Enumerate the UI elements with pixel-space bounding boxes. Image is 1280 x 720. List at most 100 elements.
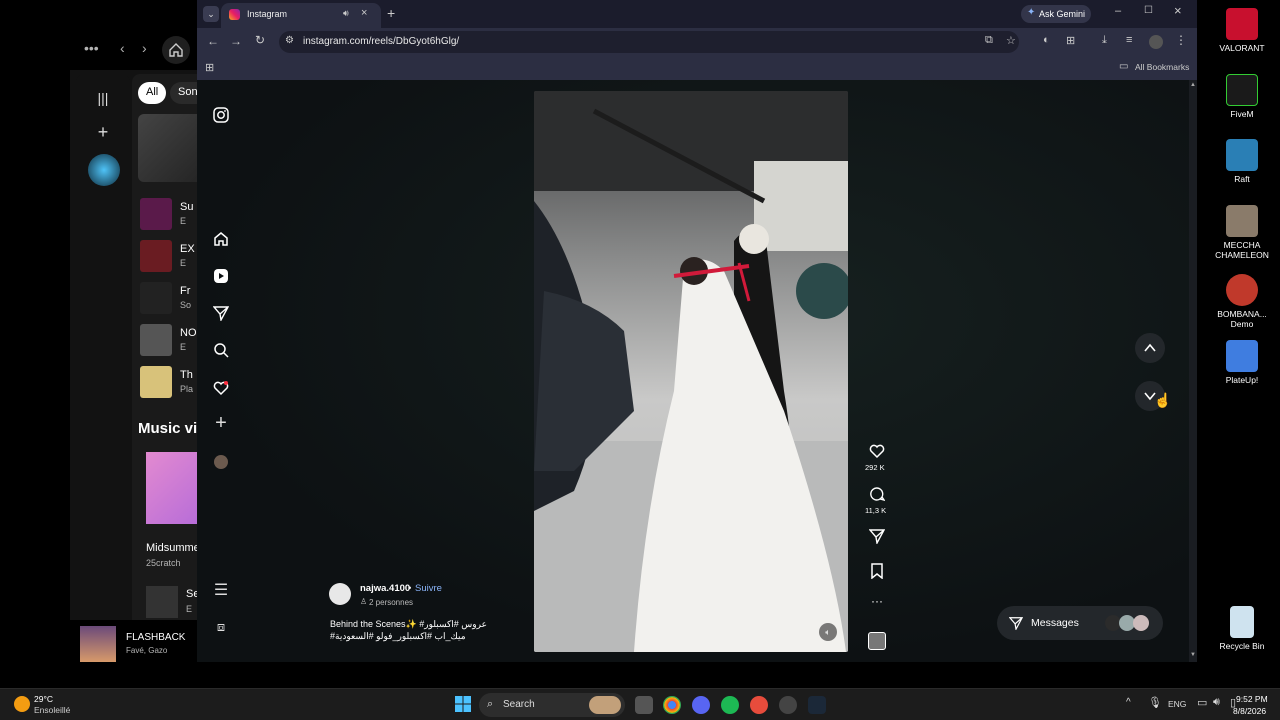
apps-icon[interactable]: ⊞ (205, 61, 214, 74)
author-username[interactable]: najwa.4100 (360, 583, 410, 594)
spotify-icon[interactable] (721, 696, 739, 714)
notifications-heart-icon[interactable] (213, 380, 229, 396)
desktop-icon-fivem[interactable]: FiveM (1214, 74, 1270, 119)
instagram-logo-icon[interactable] (213, 107, 229, 123)
desktop-icon-plateup[interactable]: PlateUp! (1214, 340, 1270, 385)
language-indicator[interactable]: ENG (1168, 699, 1186, 709)
reels-icon[interactable] (213, 268, 229, 284)
profile-avatar[interactable] (1149, 35, 1163, 49)
desktop-icon-label: Recycle Bin (1219, 641, 1265, 651)
discord-icon[interactable] (692, 696, 710, 714)
scroll-up-icon[interactable]: ▲ (1190, 82, 1196, 88)
add-icon[interactable]: + (90, 122, 116, 142)
scroll-down-icon[interactable]: ▼ (1190, 652, 1196, 658)
back-icon[interactable]: ‹ (120, 40, 125, 56)
app-red-icon[interactable] (750, 696, 768, 714)
steam-icon[interactable] (808, 696, 826, 714)
collab-count[interactable]: 2 personnes (369, 598, 413, 607)
create-icon[interactable]: + (213, 412, 229, 434)
clock-time[interactable]: 9:52 PM (1236, 694, 1268, 704)
extension-icon[interactable]: ◐ (1043, 34, 1050, 46)
more-options-icon[interactable]: ··· (871, 594, 883, 608)
install-icon[interactable]: ⧉ (985, 34, 993, 47)
media-icon[interactable]: ≡ (1126, 34, 1132, 46)
search-icon[interactable] (213, 342, 229, 358)
new-tab-icon[interactable]: + (387, 5, 395, 21)
save-icon[interactable] (869, 563, 885, 579)
desktop-icon-raft[interactable]: Raft (1214, 139, 1270, 184)
back-icon[interactable]: ← (207, 34, 219, 48)
threads-icon[interactable]: ⧈ (213, 619, 229, 635)
now-playing-title[interactable]: FLASHBACK (126, 632, 185, 643)
desktop-icon-label: VALORANT (1219, 43, 1265, 53)
chrome-icon[interactable] (663, 696, 681, 714)
track-title: NO (180, 327, 197, 339)
reel-video[interactable]: 🔈︎ (534, 91, 848, 652)
more-icon[interactable]: ••• (84, 40, 99, 56)
home-icon (169, 43, 183, 57)
close-window-icon[interactable]: × (1174, 3, 1182, 18)
maximize-icon[interactable]: ☐ (1144, 5, 1153, 16)
like-count[interactable]: 292 K (865, 463, 885, 472)
now-playing-bar: FLASHBACK Favé, Gazo (70, 620, 210, 670)
raft-icon (1226, 139, 1258, 171)
library-icon[interactable]: ||| (90, 88, 116, 108)
bookmark-star-icon[interactable]: ☆ (1006, 34, 1016, 47)
now-playing-art[interactable] (80, 626, 116, 662)
app-gear-icon[interactable] (779, 696, 797, 714)
author-avatar[interactable] (329, 583, 351, 605)
more-menu-icon[interactable]: ☰ (213, 582, 229, 599)
card-title[interactable]: Midsumme (146, 542, 200, 554)
forward-icon[interactable]: › (142, 40, 147, 56)
messages-button[interactable]: Messages (997, 606, 1163, 640)
like-icon[interactable] (869, 443, 885, 459)
puzzle-icon[interactable]: ⊞ (1066, 34, 1075, 47)
audio-icon[interactable]: 🔊︎ (343, 8, 349, 19)
desktop-icon-label: BOMBANA... Demo (1217, 309, 1267, 329)
previous-reel-button[interactable] (1135, 333, 1165, 363)
url-text[interactable]: instagram.com/reels/DbGyot6hGlg/ (303, 36, 459, 47)
task-view-icon[interactable] (635, 696, 653, 714)
home-button[interactable] (162, 36, 190, 64)
ask-gemini-button[interactable]: ✦ Ask Gemini (1021, 5, 1091, 23)
start-button[interactable] (455, 696, 471, 712)
weather-sun-icon[interactable] (14, 696, 30, 712)
clock-date[interactable]: 8/8/2026 (1233, 706, 1266, 716)
taskbar-search[interactable]: ⌕ Search (479, 693, 625, 717)
network-icon[interactable]: ▭ (1197, 696, 1207, 709)
comment-icon[interactable] (869, 486, 885, 502)
forward-icon[interactable]: → (230, 34, 242, 48)
all-bookmarks-link[interactable]: All Bookmarks (1135, 62, 1189, 72)
tab-bar: ⌄ Instagram 🔊︎ × + ✦ Ask Gemini – ☐ × (197, 0, 1197, 28)
now-playing-artist[interactable]: Favé, Gazo (126, 646, 167, 655)
tab-instagram[interactable]: Instagram 🔊︎ × (221, 3, 381, 28)
download-icon[interactable]: ⤓ (1102, 34, 1107, 47)
audio-thumb[interactable] (868, 632, 886, 650)
close-tab-icon[interactable]: × (361, 7, 367, 19)
playlist-thumb[interactable] (88, 154, 120, 186)
follow-button[interactable]: Suivre (415, 583, 442, 594)
tab-search-icon[interactable]: ⌄ (203, 6, 219, 22)
filter-all[interactable]: All (138, 82, 167, 104)
mute-icon[interactable]: 🔈︎ (819, 623, 837, 641)
direct-messages-icon[interactable] (213, 305, 229, 321)
profile-avatar[interactable] (214, 455, 228, 469)
microphone-icon[interactable]: 🎙︎ (1148, 696, 1162, 709)
desktop-icon-meccha[interactable]: MECCHA CHAMELEON (1214, 205, 1270, 260)
home-icon[interactable] (213, 231, 229, 247)
tray-chevron-icon[interactable]: ^ (1126, 697, 1131, 708)
desktop-icon-recycle-bin[interactable]: Recycle Bin (1214, 606, 1270, 651)
weather-temp[interactable]: 29°C (34, 694, 53, 704)
volume-icon[interactable]: 🔊︎ (1213, 696, 1220, 709)
reload-icon[interactable]: ↻ (255, 33, 265, 47)
share-icon[interactable] (869, 528, 885, 544)
desktop-icon-bombana[interactable]: BOMBANA... Demo (1214, 274, 1270, 329)
address-bar[interactable]: ⚙ instagram.com/reels/DbGyot6hGlg/ ⧉ ☆ (279, 31, 1019, 53)
site-info-icon[interactable]: ⚙ (285, 35, 294, 46)
minimize-icon[interactable]: – (1115, 5, 1121, 17)
comment-count[interactable]: 11,3 K (865, 506, 886, 515)
weather-desc[interactable]: Ensoleillé (34, 705, 70, 715)
desktop-icon-valorant[interactable]: VALORANT (1214, 8, 1270, 53)
page-scrollbar[interactable]: ▲ ▼ (1189, 80, 1197, 662)
menu-icon[interactable]: ⋮ (1175, 33, 1187, 47)
